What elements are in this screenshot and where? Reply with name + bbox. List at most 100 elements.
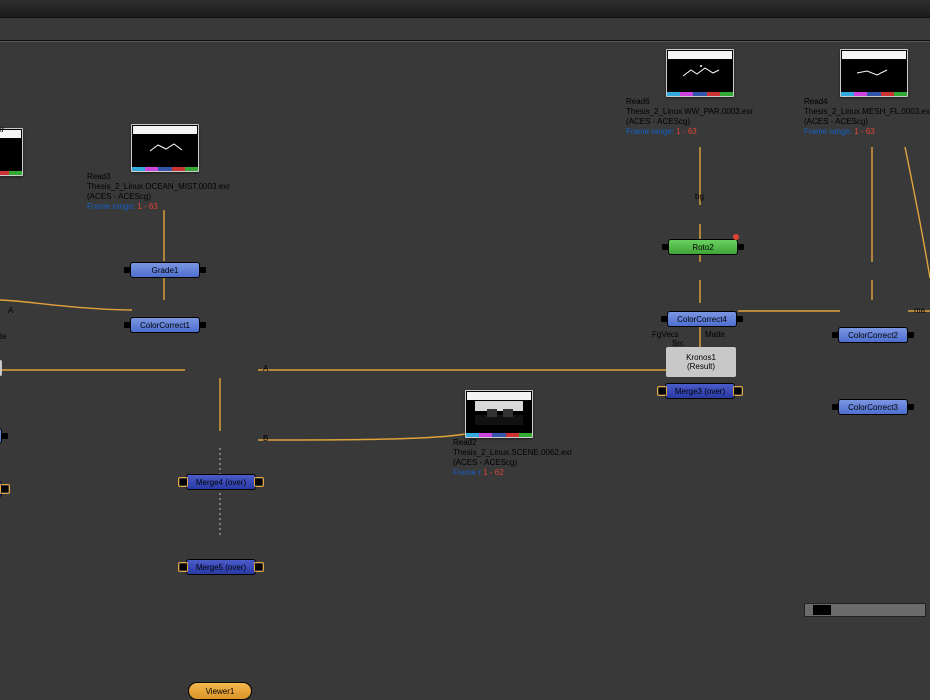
port-right[interactable] xyxy=(2,433,8,439)
read-colorspace: (ACES - ACEScg) xyxy=(804,117,930,127)
read-thumbnail[interactable] xyxy=(840,49,908,97)
node-wires xyxy=(0,0,930,620)
channel-color-bar xyxy=(667,92,733,96)
port-right[interactable] xyxy=(200,267,206,273)
node-label: ColorCorrect3 xyxy=(848,403,898,412)
channel-color-bar xyxy=(132,167,198,171)
port-right[interactable] xyxy=(908,332,914,338)
node-indicator-icon xyxy=(733,234,739,240)
kronos-matte-port-label: Matte xyxy=(705,330,725,339)
read-frame-range: 1 - 62 xyxy=(483,468,503,477)
read-colorspace: (ACES - ACEScg) xyxy=(453,458,572,468)
colorcorrect4-node[interactable]: ColorCorrect4 xyxy=(667,311,737,327)
node-label: ColorCorrect1 xyxy=(140,321,190,330)
read-node-read3[interactable]: Read3 Thesis_2_Linux.OCEAN_MIST.0003.exr… xyxy=(131,124,199,172)
node-sublabel: (Result) xyxy=(687,362,715,371)
port-right[interactable] xyxy=(256,479,262,485)
port-right[interactable] xyxy=(735,388,741,394)
colorcorrect2-node[interactable]: ColorCorrect2 xyxy=(838,327,908,343)
roto-bg-port-label: bg xyxy=(695,192,704,201)
partial-node-left-3[interactable] xyxy=(0,360,2,376)
read-name: Read3 xyxy=(87,172,230,182)
merge3-node[interactable]: Merge3 (over) xyxy=(665,383,735,399)
node-label: Roto2 xyxy=(692,243,713,252)
read-frame-label: Frame range: xyxy=(626,127,674,136)
port-label-right: ma xyxy=(914,306,925,315)
port-left[interactable] xyxy=(662,244,668,250)
read-name: Read4 xyxy=(804,97,930,107)
read-node-read4[interactable]: Read4 Thesis_2_Linux.MESH_FL.0003.exr (A… xyxy=(840,49,908,97)
merge4-node[interactable]: Merge4 (over) xyxy=(186,474,256,490)
port-left[interactable] xyxy=(661,316,667,322)
read-label-block: Thesis_2_Linux.0072.exr xyxy=(0,125,4,135)
read-thumbnail[interactable] xyxy=(0,128,23,176)
channel-color-bar xyxy=(0,171,22,175)
port-right[interactable] xyxy=(908,404,914,410)
partial-node-left-2[interactable] xyxy=(0,481,2,497)
read-name: Read6 xyxy=(626,97,753,107)
read-thumbnail[interactable] xyxy=(465,390,533,438)
read-label-block: Read4 Thesis_2_Linux.MESH_FL.0003.exr (A… xyxy=(804,97,930,137)
kronos1-node[interactable]: Kronos1 (Result) xyxy=(666,347,736,377)
read-node-left[interactable]: Thesis_2_Linux.0072.exr xyxy=(0,128,23,176)
read-frame-range: 1 - 63 xyxy=(854,127,874,136)
port-right[interactable] xyxy=(256,564,262,570)
node-graph[interactable]: Thesis_2_Linux.0072.exr Read3 Thesis_2_L… xyxy=(0,0,930,620)
partial-a-port-label: A xyxy=(8,306,13,315)
node-label: Merge4 (over) xyxy=(196,478,246,487)
read-filename: Thesis_2_Linux.MESH_FL.0003.exr xyxy=(804,107,930,117)
port-left[interactable] xyxy=(832,332,838,338)
read-frame-range: 1 - 63 xyxy=(137,202,157,211)
read-colorspace: (ACES - ACEScg) xyxy=(626,117,753,127)
read-node-read6[interactable]: Read6 Thesis_2_Linux.WW_PAR.0003.exr (AC… xyxy=(666,49,734,97)
port-left[interactable] xyxy=(832,404,838,410)
colorcorrect3-node[interactable]: ColorCorrect3 xyxy=(838,399,908,415)
roto2-node[interactable]: Roto2 xyxy=(668,239,738,255)
read-frame-label: Frame r xyxy=(453,468,481,477)
read-node-scene[interactable]: Read2 Thesis_2_Linux.SCENE.0062.exr (ACE… xyxy=(465,390,533,438)
kronos-fgvecs-port-label: FgVecs xyxy=(652,330,679,339)
read-filename: Thesis_2_Linux.SCENE.0062.exr xyxy=(453,448,572,458)
read-frame-range: 1 - 63 xyxy=(676,127,696,136)
port-right[interactable] xyxy=(200,322,206,328)
port-right[interactable] xyxy=(738,244,744,250)
read-frame-label: Frame range: xyxy=(87,202,135,211)
node-label: Viewer1 xyxy=(206,687,235,696)
port-left[interactable] xyxy=(180,479,186,485)
read-filename: Thesis_2_Linux.0072.exr xyxy=(0,125,4,134)
read-label-block: Read3 Thesis_2_Linux.OCEAN_MIST.0003.exr… xyxy=(87,172,230,212)
grade1-node[interactable]: Grade1 xyxy=(130,262,200,278)
channel-color-bar xyxy=(466,433,532,437)
port-right[interactable] xyxy=(737,316,743,322)
node-label: Grade1 xyxy=(152,266,179,275)
channel-color-bar xyxy=(841,92,907,96)
port-left[interactable] xyxy=(124,322,130,328)
read-name: Read2 xyxy=(453,438,572,448)
node-label: Kronos1 xyxy=(686,353,716,362)
read-label-block: Read2 Thesis_2_Linux.SCENE.0062.exr (ACE… xyxy=(453,438,572,478)
kronos-src-port-label: Src xyxy=(672,339,684,348)
read-colorspace: (ACES - ACEScg) xyxy=(87,192,230,202)
read-frame-label: Frame range: xyxy=(804,127,852,136)
merge4-a-port-label: A xyxy=(263,364,268,373)
port-left[interactable] xyxy=(124,267,130,273)
port-right[interactable] xyxy=(2,486,8,492)
merge5-b-port-label: B xyxy=(263,434,268,443)
read-thumbnail[interactable] xyxy=(131,124,199,172)
partial-node-left-1[interactable] xyxy=(0,428,2,444)
node-label: Merge5 (over) xyxy=(196,563,246,572)
read-label-block: Read6 Thesis_2_Linux.WW_PAR.0003.exr (AC… xyxy=(626,97,753,137)
partial-te-label: te xyxy=(0,332,7,341)
read-thumbnail[interactable] xyxy=(666,49,734,97)
viewer1-node[interactable]: Viewer1 xyxy=(188,682,252,700)
merge5-node[interactable]: Merge5 (over) xyxy=(186,559,256,575)
read-filename: Thesis_2_Linux.OCEAN_MIST.0003.exr xyxy=(87,182,230,192)
read-filename: Thesis_2_Linux.WW_PAR.0003.exr xyxy=(626,107,753,117)
colorcorrect1-node[interactable]: ColorCorrect1 xyxy=(130,317,200,333)
minimap-thumb-icon xyxy=(813,605,831,615)
node-label: Merge3 (over) xyxy=(675,387,725,396)
minimap-panel[interactable] xyxy=(804,603,926,617)
node-label: ColorCorrect2 xyxy=(848,331,898,340)
port-left[interactable] xyxy=(180,564,186,570)
port-left[interactable] xyxy=(659,388,665,394)
